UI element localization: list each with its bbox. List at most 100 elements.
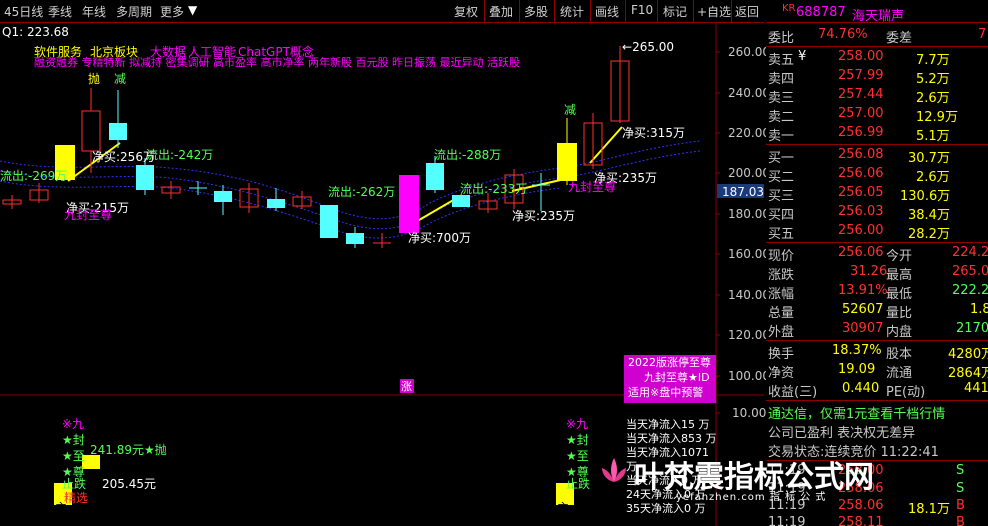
f10-button[interactable]: F10 [631,3,653,17]
order-ratio-value: 74.76% [818,27,868,42]
net-buy-235a: 净买:235万 [512,209,575,223]
stat-value: 18.37% [832,343,882,358]
tick-flag: S [956,463,965,478]
axis-200: 200.00 [728,166,770,180]
candle [109,123,127,140]
tick-flag: B [956,498,965,513]
stat-value: 265.0 [952,264,988,279]
bid-volume: 2.6万 [916,170,950,185]
chart-toolbar: 45日线 季线 年线 多周期 更多 ▼ 复权 叠加 多股 统计 画线 F10 标… [0,0,764,23]
axis-100: 100.00 [728,369,770,383]
level2-promo[interactable]: 通达信，仅需1元查看千档行情 [766,402,988,422]
draw-line-button[interactable]: 画线 [595,3,619,20]
outflow-288: 流出:-288万 [434,148,502,162]
company-notice: 公司已盈利 表决权无差异 [766,421,988,441]
stat-label: PE(动) [886,385,926,400]
stat-value: 30907 [842,321,884,336]
outflow-242: 流出:-242万 [146,148,214,162]
stat-label: 今开 [886,249,913,264]
lower-seal-left: ★封 [62,433,85,447]
order-diff-label: 委差 [886,31,913,46]
stat-row-eps: 收益(三) 0.440 PE(动) 441 [766,380,988,401]
bid-row-4: 买四 256.03 38.4万 [766,203,988,223]
limit-up-mark: 涨 [401,380,412,393]
period-quarter[interactable]: 季线 [48,3,72,20]
promo-line-2: 九封至尊★ID [644,371,710,384]
overlay-button[interactable]: 叠加 [489,3,513,20]
stat-label: 涨幅 [768,287,795,302]
stat-label: 净资 [768,366,795,381]
tick-price: 258.06 [838,498,884,513]
ask-price: 257.00 [838,106,884,121]
period-45day[interactable]: 45日线 [4,3,43,20]
stat-value: 2864万 [948,366,988,381]
stat-row-volume: 总量 52607 量比 1.8 [766,301,988,321]
back-button[interactable]: 返回 [735,3,759,20]
ask-volume: 5.1万 [916,129,950,144]
ask-price: 258.00 [838,49,884,64]
indicator-promo-box[interactable]: 2022版涨停至尊 九封至尊★ID 适用※盘中预警 [624,355,716,403]
tick-price: 258.11 [838,515,884,526]
q1-value: Q1: 223.68 [2,25,69,39]
bid-price: 256.03 [838,204,884,219]
company-notice-text: 公司已盈利 表决权无差异 [768,426,916,441]
stat-row-outer: 外盘 30907 内盘 2170 [766,320,988,341]
kline-chart-area[interactable]: Q1: 223.68 软件服务 北京板块 大数据 人工智能 ChatGPT概念 … [0,23,770,526]
ask-label: 卖二 [768,110,795,125]
net-inflow-2: 当天净流入853 万 [626,432,717,445]
ask-row-2: 卖二 257.00 12.9万 [766,105,988,125]
ask-price: 256.99 [838,125,884,140]
axis-140: 140.00 [728,288,770,302]
net-buy-315: 净买:315万 [622,126,685,140]
bid-price: 256.08 [838,147,884,162]
ask-row-3: 卖三 257.44 2.6万 [766,86,988,106]
order-ratio-label: 委比 [768,31,795,46]
stat-row-netasset: 净资 19.09 流通 2864万 [766,361,988,381]
stat-label: 流通 [886,366,913,381]
bid-row-1: 买一 256.08 30.7万 [766,146,988,166]
stat-value: 31.26 [850,264,888,279]
main-mark-left: 主 [55,501,68,515]
bid-volume: 30.7万 [908,151,950,166]
high-price-label: ←265.00 [622,40,675,54]
bid-price: 256.05 [838,185,884,200]
stat-value: 4280万 [948,347,988,362]
concept-tags: 融资融券 专精特新 拟减持 密集调研 高市盈率 高市净率 两年新股 百元股 昨日… [34,56,520,69]
stock-code: 688787 [796,5,846,20]
stat-row-price: 现价 256.06 今开 224.2 [766,244,988,264]
tick-row: 11:19 258.11 B [766,514,988,526]
board-tag: KR [782,3,796,14]
stat-label: 股本 [886,347,913,362]
more-button[interactable]: 更多 [160,3,184,20]
add-watchlist-button[interactable]: +自选 [697,3,731,20]
stat-label: 最高 [886,268,913,283]
stat-value: 2170 [956,321,988,336]
quote-title-bar: KR 688787 海天瑞声 [766,0,988,24]
mark-button[interactable]: 标记 [663,3,687,20]
period-year[interactable]: 年线 [82,3,106,20]
candle [399,175,419,233]
lower-nine-left: ※九 [62,417,85,431]
bid-row-2: 买二 256.06 2.6万 [766,165,988,185]
lotus-logo-icon [596,452,632,488]
quote-panel: KR 688787 海天瑞声 委比 74.76% 委差 7 卖五 ¥ 258.0… [766,0,988,526]
bid-row-3: 买三 256.05 130.6万 [766,184,988,204]
stat-row-change: 涨跌 31.26 最高 265.0 [766,263,988,283]
stat-row-turnover: 换手 18.37% 股本 4280万 [766,342,988,362]
statistics-button[interactable]: 统计 [560,3,584,20]
more-dropdown-icon[interactable]: ▼ [188,3,197,17]
bid-label: 买一 [768,151,795,166]
bid-label: 买五 [768,227,795,242]
bid-label: 买三 [768,189,795,204]
net-inflow-6: 35天净流入0 万 [626,502,706,515]
stat-label: 换手 [768,347,795,362]
stat-label: 总量 [768,306,795,321]
bid-label: 买四 [768,208,795,223]
multi-stock-button[interactable]: 多股 [524,3,548,20]
stat-label: 外盘 [768,325,795,340]
current-price-tag: 187.03 [722,185,764,199]
level2-promo-text: 通达信，仅需1元查看千档行情 [768,407,946,422]
restore-rights-button[interactable]: 复权 [454,3,478,20]
multi-period-button[interactable]: 多周期 [116,3,152,20]
ask-price: 257.99 [838,68,884,83]
